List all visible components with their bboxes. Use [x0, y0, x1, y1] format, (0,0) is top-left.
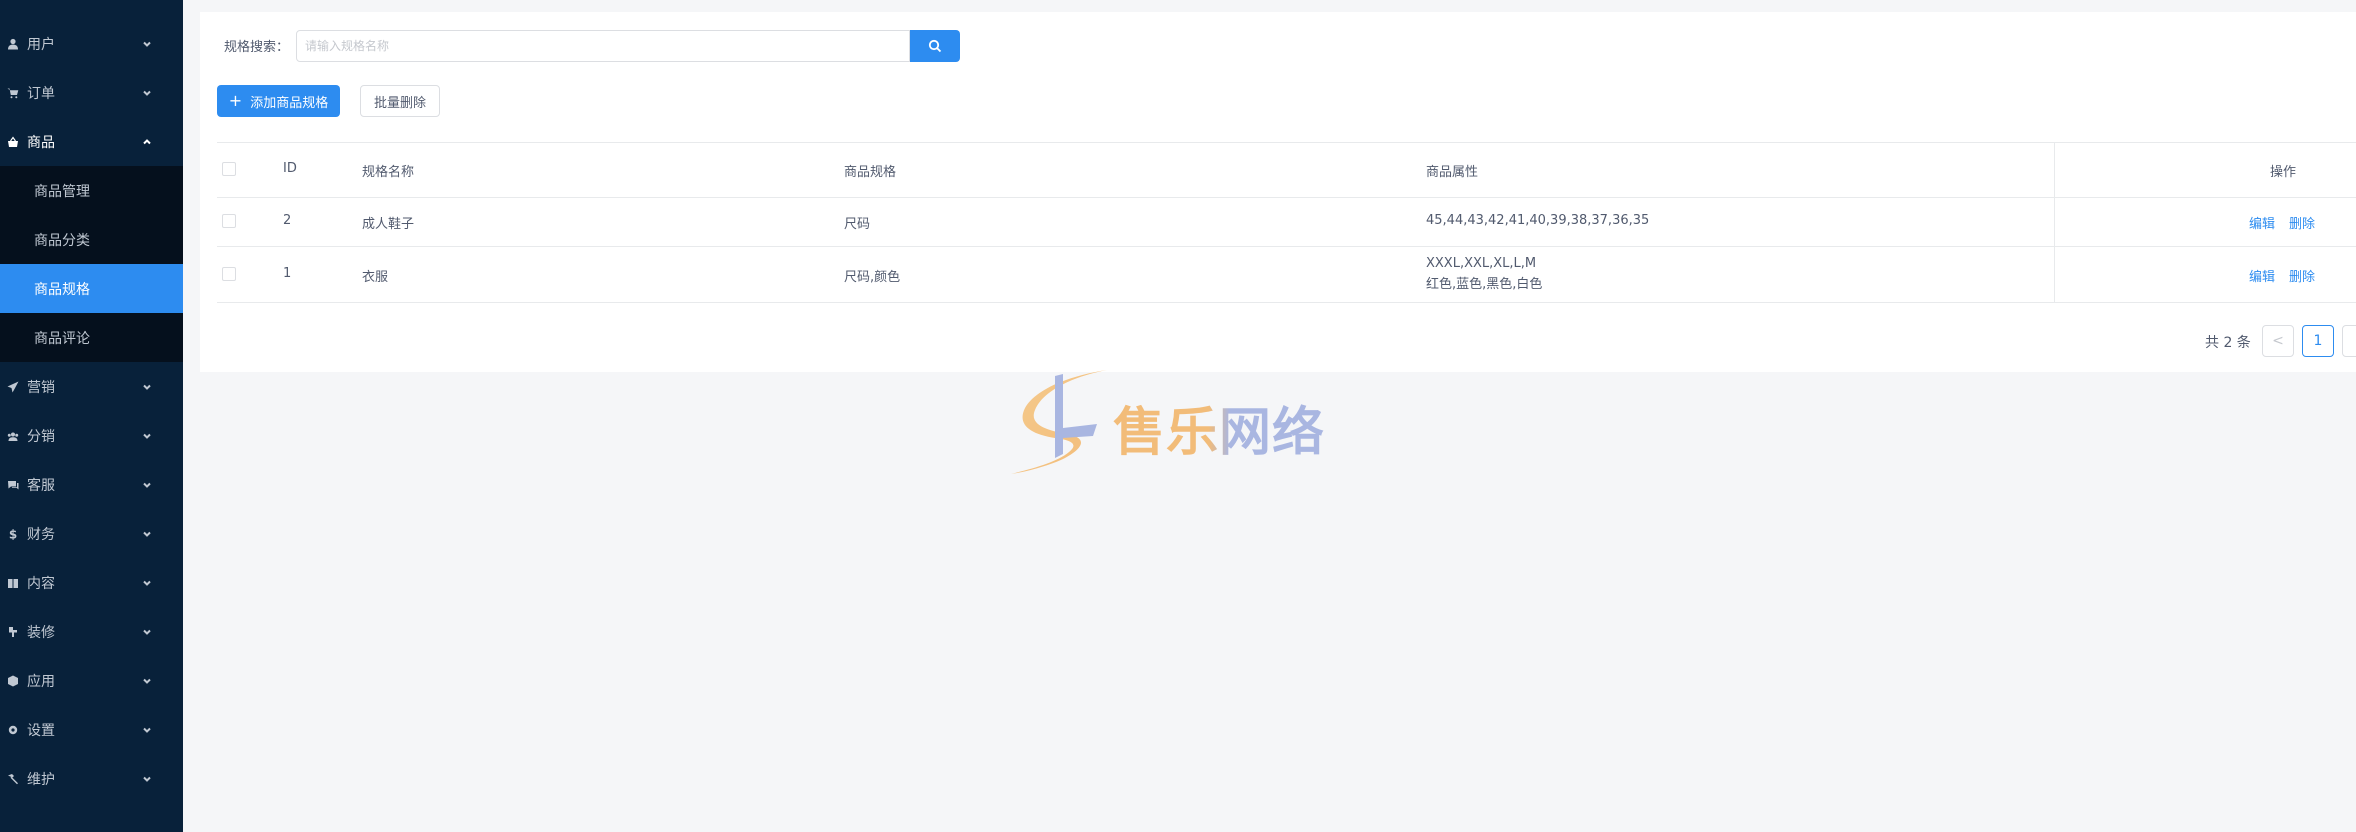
divider	[2054, 142, 2055, 302]
chevron-down-icon	[141, 38, 153, 50]
brush-icon	[7, 626, 19, 638]
sidebar-item-label: 分销	[27, 428, 55, 445]
sidebar-item-order[interactable]: 订单	[0, 68, 183, 117]
goods-submenu: 商品管理 商品分类 商品规格 商品评论	[0, 166, 183, 362]
search-button[interactable]	[910, 30, 960, 62]
sidebar-item-user[interactable]: 用户	[0, 19, 183, 68]
chevron-down-icon	[141, 381, 153, 393]
delete-link[interactable]: 删除	[2289, 266, 2315, 285]
row-goods-spec: 尺码	[844, 217, 871, 232]
sidebar-item-service[interactable]: 客服	[0, 460, 183, 509]
svg-text:$: $	[9, 528, 17, 540]
send-icon	[7, 381, 19, 393]
batch-delete-button[interactable]: 批量删除	[360, 85, 440, 117]
sidebar-item-label: 订单	[27, 85, 55, 102]
sidebar-item-label: 营销	[27, 379, 55, 396]
submenu-item-goods-category[interactable]: 商品分类	[0, 215, 183, 264]
column-header-id: ID	[283, 161, 297, 176]
chevron-down-icon	[141, 773, 153, 785]
row-spec-name: 成人鞋子	[362, 217, 415, 232]
search-label: 规格搜索：	[224, 40, 290, 55]
edit-link[interactable]: 编辑	[2249, 213, 2275, 232]
logo-mark-icon	[1011, 370, 1107, 474]
submenu-item-goods-comment[interactable]: 商品评论	[0, 313, 183, 362]
select-all-checkbox[interactable]	[222, 162, 236, 176]
sidebar-item-label: 内容	[27, 575, 55, 592]
user-icon	[7, 38, 19, 50]
watermark-text: 售乐网络	[1113, 390, 1325, 465]
sidebar-item-distribution[interactable]: 分销	[0, 411, 183, 460]
column-header-goods-attrs: 商品属性	[1426, 165, 1479, 180]
sidebar: 用户 订单 商品 商品管理 商品分类 商品规格 商品评论 营销 分销 客服 $ …	[0, 0, 183, 832]
column-header-goods-spec: 商品规格	[844, 165, 897, 180]
divider	[217, 142, 2356, 143]
sidebar-item-goods[interactable]: 商品	[0, 117, 183, 166]
cart-icon	[7, 87, 19, 99]
sidebar-item-label: 装修	[27, 624, 55, 641]
add-spec-button[interactable]: + 添加商品规格	[217, 85, 340, 117]
search-icon	[928, 39, 942, 53]
row-goods-attrs: 45,44,43,42,41,40,39,38,37,36,35	[1426, 213, 1650, 228]
row-goods-attrs-line1: XXXL,XXL,XL,L,M	[1426, 256, 1537, 271]
row-id: 2	[283, 213, 292, 228]
chat-icon	[7, 479, 19, 491]
row-goods-attrs-line2: 红色,蓝色,黑色,白色	[1426, 277, 1543, 292]
sidebar-item-label: 维护	[27, 771, 55, 788]
add-spec-label: 添加商品规格	[250, 95, 329, 111]
search-field[interactable]	[296, 30, 910, 62]
book-icon	[7, 577, 19, 589]
chevron-down-icon	[141, 87, 153, 99]
row-checkbox[interactable]	[222, 267, 236, 281]
goods-icon	[7, 135, 19, 148]
chevron-down-icon	[141, 479, 153, 491]
search-input[interactable]	[297, 31, 909, 61]
column-header-actions: 操作	[2270, 165, 2297, 180]
row-checkbox[interactable]	[222, 214, 236, 228]
watermark-logo: 售乐网络	[1005, 368, 1345, 478]
sidebar-item-maintenance[interactable]: 维护	[0, 754, 183, 803]
sidebar-item-apps[interactable]: 应用	[0, 656, 183, 705]
pagination-total: 共 2 条	[2205, 335, 2251, 351]
dollar-icon: $	[7, 528, 19, 540]
submenu-item-goods-manage[interactable]: 商品管理	[0, 166, 183, 215]
sidebar-item-label: 财务	[27, 526, 55, 543]
sidebar-item-label: 商品	[27, 134, 55, 151]
chevron-down-icon	[141, 577, 153, 589]
sidebar-item-label: 设置	[27, 722, 55, 739]
divider	[217, 197, 2356, 198]
divider	[217, 302, 2356, 303]
divider	[217, 246, 2356, 247]
chevron-down-icon	[141, 626, 153, 638]
delete-link[interactable]: 删除	[2289, 213, 2315, 232]
sidebar-item-marketing[interactable]: 营销	[0, 362, 183, 411]
column-header-spec-name: 规格名称	[362, 165, 415, 180]
pagination-next-button[interactable]	[2342, 325, 2356, 357]
row-goods-spec: 尺码,颜色	[844, 270, 901, 285]
spec-table: ID 规格名称 商品规格 商品属性 操作 2 成人鞋子 尺码 45,44,43,…	[217, 142, 2356, 304]
chevron-down-icon	[141, 675, 153, 687]
sidebar-item-settings[interactable]: 设置	[0, 705, 183, 754]
row-id: 1	[283, 266, 292, 281]
pagination-page-1[interactable]: 1	[2302, 325, 2334, 357]
plus-icon: +	[228, 91, 243, 110]
chevron-up-icon	[141, 136, 153, 148]
pagination-prev-button[interactable]: <	[2262, 325, 2294, 357]
chevron-down-icon	[141, 724, 153, 736]
sidebar-item-label: 用户	[27, 36, 55, 53]
sidebar-item-finance[interactable]: $ 财务	[0, 509, 183, 558]
row-spec-name: 衣服	[362, 270, 389, 285]
hammer-icon	[7, 773, 19, 785]
edit-link[interactable]: 编辑	[2249, 266, 2275, 285]
chevron-down-icon	[141, 528, 153, 540]
team-icon	[7, 430, 19, 442]
gear-icon	[7, 724, 19, 736]
submenu-item-goods-spec[interactable]: 商品规格	[0, 264, 183, 313]
sidebar-item-content[interactable]: 内容	[0, 558, 183, 607]
cube-icon	[7, 675, 19, 687]
sidebar-item-decoration[interactable]: 装修	[0, 607, 183, 656]
sidebar-item-label: 应用	[27, 673, 55, 690]
sidebar-item-label: 客服	[27, 477, 55, 494]
chevron-down-icon	[141, 430, 153, 442]
